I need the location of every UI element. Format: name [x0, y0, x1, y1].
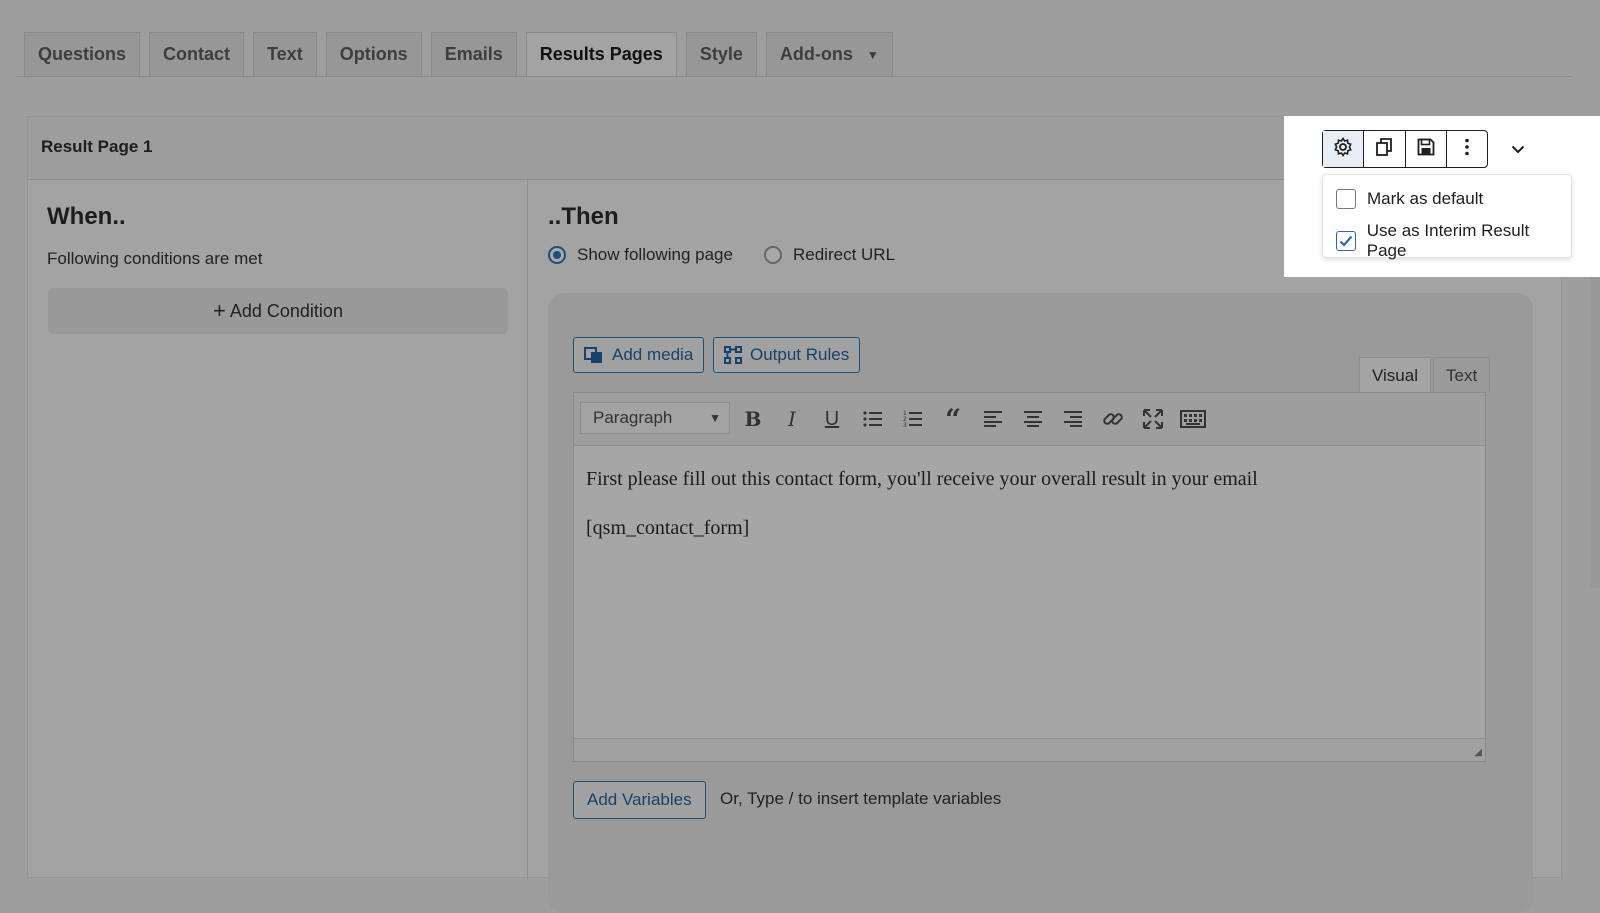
result-page-settings-popup: Mark as default Use as Interim Result Pa… [1284, 116, 1600, 277]
save-icon [1417, 138, 1435, 161]
collapse-button[interactable] [1506, 138, 1530, 162]
column-divider [527, 180, 528, 880]
redirect-url-radio-option[interactable]: Redirect URL [764, 245, 895, 265]
add-media-icon [584, 345, 604, 365]
duplicate-icon [1375, 137, 1393, 162]
tab-emails[interactable]: Emails [430, 32, 517, 76]
align-left-icon[interactable] [980, 406, 1006, 432]
gear-icon [1333, 136, 1353, 162]
result-page-title: Result Page 1 [41, 137, 153, 156]
tab-results-pages[interactable]: Results Pages [525, 32, 677, 76]
show-page-radio-option[interactable]: Show following page [548, 245, 733, 265]
interim-result-page-option[interactable]: Use as Interim Result Page [1336, 221, 1571, 261]
tab-text[interactable]: Text [253, 32, 317, 76]
settings-button[interactable] [1323, 131, 1365, 167]
plus-icon: + [213, 298, 226, 323]
tab-options[interactable]: Options [325, 32, 422, 76]
settings-dropdown-menu: Mark as default Use as Interim Result Pa… [1322, 174, 1572, 261]
tab-questions[interactable]: Questions [24, 32, 141, 76]
output-rules-button[interactable]: Output Rules [713, 337, 861, 373]
result-page-toolbar [1322, 130, 1488, 168]
svg-text:3: 3 [903, 422, 907, 428]
add-media-button[interactable]: Add media [573, 337, 705, 373]
more-vertical-icon [1464, 138, 1470, 161]
tab-text-mode[interactable]: Text [1433, 357, 1491, 393]
variables-hint: Or, Type / to insert template variables [720, 789, 1002, 808]
tab-visual[interactable]: Visual [1359, 357, 1431, 393]
fullscreen-icon[interactable] [1140, 406, 1166, 432]
then-heading: ..Then [548, 203, 619, 230]
caret-down-icon: ▼ [866, 47, 879, 62]
rich-text-editor: Paragraph ▼ B I U 123 “ First please fil… [573, 392, 1486, 762]
editor-toolbar: Paragraph ▼ B I U 123 “ [574, 393, 1485, 446]
when-subtitle: Following conditions are met [47, 249, 263, 268]
interim-result-page-checkbox[interactable] [1336, 231, 1356, 251]
resize-handle-icon[interactable]: ◢ [1474, 747, 1482, 758]
mark-as-default-checkbox[interactable] [1336, 189, 1356, 209]
keyboard-icon[interactable] [1179, 406, 1207, 432]
caret-down-icon: ▼ [709, 411, 721, 425]
tab-style[interactable]: Style [685, 32, 757, 76]
add-condition-button[interactable]: + Add Condition [48, 288, 508, 334]
mark-as-default-option[interactable]: Mark as default [1336, 189, 1483, 209]
editor-content[interactable]: First please fill out this contact form,… [586, 468, 1466, 566]
underline-icon[interactable]: U [819, 406, 845, 432]
format-select[interactable]: Paragraph ▼ [580, 402, 730, 434]
editor-statusbar: ◢ [574, 738, 1485, 761]
blockquote-icon[interactable]: “ [940, 403, 966, 436]
save-button[interactable] [1406, 131, 1447, 167]
radio-button[interactable] [764, 246, 782, 264]
radio-button-selected[interactable] [548, 246, 566, 264]
bold-icon[interactable]: B [740, 406, 766, 432]
tab-bar: Questions Contact Text Options Emails Re… [24, 32, 893, 76]
more-options-button[interactable] [1447, 131, 1487, 167]
duplicate-button[interactable] [1364, 131, 1406, 167]
output-rules-icon [724, 346, 742, 364]
chevron-down-icon [1511, 141, 1525, 159]
tab-add-ons[interactable]: Add-ons ▼ [765, 32, 893, 76]
checkmark-icon [1339, 235, 1353, 247]
content-paragraph: First please fill out this contact form,… [586, 468, 1258, 490]
align-right-icon[interactable] [1060, 406, 1086, 432]
align-center-icon[interactable] [1020, 406, 1046, 432]
content-shortcode: [qsm_contact_form] [586, 517, 750, 539]
bullet-list-icon[interactable] [860, 406, 886, 432]
italic-icon[interactable]: I [779, 406, 805, 432]
add-variables-button[interactable]: Add Variables [573, 781, 706, 819]
link-icon[interactable] [1100, 406, 1126, 432]
numbered-list-icon[interactable]: 123 [900, 406, 926, 432]
tab-contact[interactable]: Contact [149, 32, 245, 76]
when-heading: When.. [47, 203, 126, 230]
tabs-divider [16, 76, 1572, 77]
